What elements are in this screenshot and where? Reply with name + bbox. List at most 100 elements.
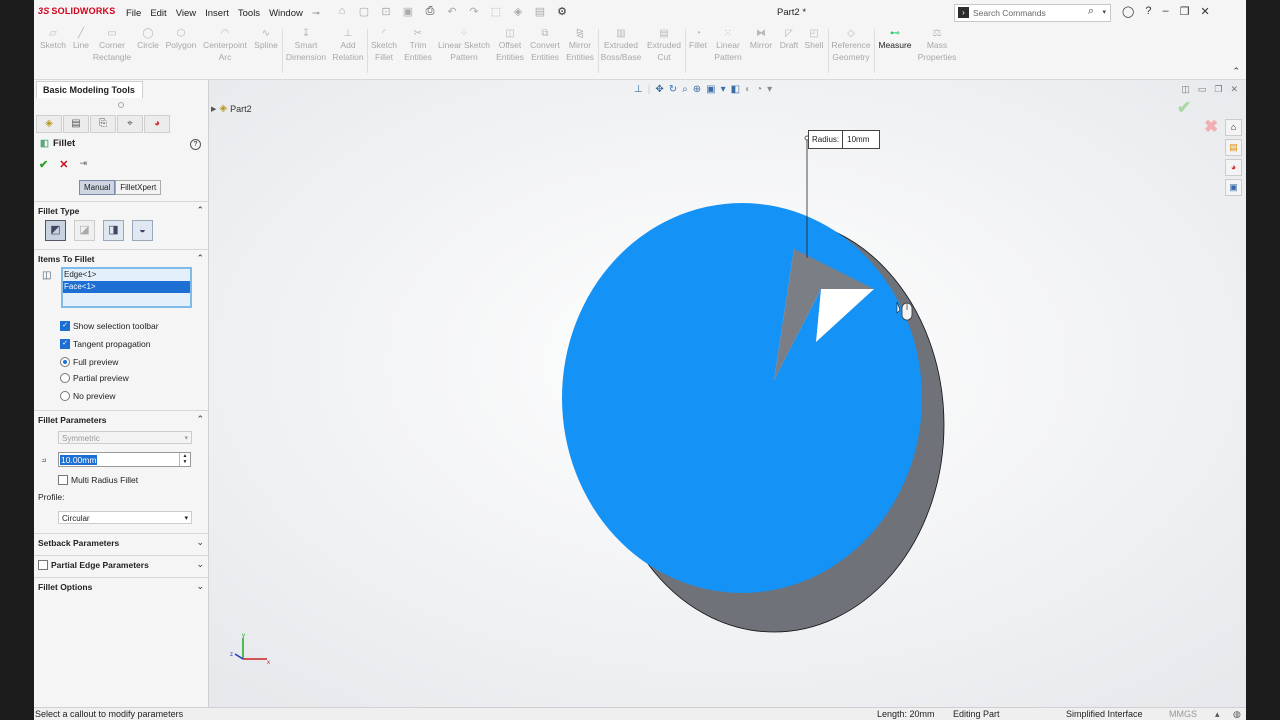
polygon-button[interactable]: ⬡ Polygon xyxy=(164,28,198,51)
pushpin-icon[interactable]: ⇥ xyxy=(79,158,87,171)
radio-selected[interactable] xyxy=(60,357,70,367)
line-button[interactable]: ╱ Line xyxy=(70,28,92,51)
fillet-button[interactable]: ◔ Fillet xyxy=(686,28,710,51)
manual-tab[interactable]: Manual xyxy=(79,180,116,195)
selection-list[interactable]: Edge<1> Face<1> xyxy=(61,267,192,308)
corner-rectangle-button[interactable]: ▭ Corner Rectangle xyxy=(92,28,132,63)
display-manager-tab-icon[interactable]: ◕ xyxy=(144,115,170,133)
scene-icon[interactable]: ▾ xyxy=(767,84,772,95)
close-icon[interactable]: ✕ xyxy=(1200,5,1209,18)
pan-icon[interactable]: ✥ xyxy=(655,84,663,95)
mirror-entities-button[interactable]: ⧎ Mirror Entities xyxy=(564,28,596,63)
setback-parameters-section[interactable]: Setback Parameters ⌄ xyxy=(34,533,208,556)
search-input[interactable]: Search Commands xyxy=(973,8,1046,18)
measure-button[interactable]: ⊷ Measure xyxy=(876,28,914,51)
partial-edge-parameters-section[interactable]: Partial Edge Parameters ⌄ xyxy=(34,555,208,578)
chevron-down-icon[interactable]: ⌄ xyxy=(196,581,204,592)
status-interface[interactable]: Simplified Interface xyxy=(1066,709,1143,719)
reference-geometry-button[interactable]: ◇ Reference Geometry xyxy=(830,28,872,63)
help-circle-icon[interactable]: ◍ xyxy=(1233,709,1241,720)
panel-grip[interactable] xyxy=(118,102,124,108)
chevron-down-icon[interactable]: ▾ xyxy=(1102,8,1106,16)
cancel-x-icon[interactable]: ✕ xyxy=(59,158,68,171)
checkbox[interactable] xyxy=(38,560,48,570)
spinner-arrows-icon[interactable]: ▲ ▼ xyxy=(179,453,190,466)
convert-entities-button[interactable]: ⧉ Convert Entities xyxy=(528,28,562,63)
collapse-ribbon-icon[interactable]: ⌃ xyxy=(1232,66,1240,77)
view-settings-icon[interactable]: ▾ xyxy=(721,84,726,95)
checkbox-checked[interactable]: ✓ xyxy=(60,339,70,349)
rebuild-icon[interactable]: ◈ xyxy=(510,5,526,18)
full-round-fillet-icon[interactable]: ◒ xyxy=(132,220,153,241)
expand-arrow-icon[interactable]: ▶ xyxy=(211,105,216,113)
menu-view[interactable]: View xyxy=(176,8,196,19)
dimxpert-tab-icon[interactable]: ⌖ xyxy=(117,115,143,133)
trim-entities-button[interactable]: ✂ Trim Entities xyxy=(402,28,434,63)
circle-button[interactable]: ◯ Circle xyxy=(134,28,162,51)
confirm-check-icon[interactable]: ✔ xyxy=(1177,98,1191,118)
viewport-restore-icon[interactable]: ❐ xyxy=(1214,84,1222,95)
offset-entities-button[interactable]: ◫ Offset Entities xyxy=(494,28,526,63)
options-gear-icon[interactable]: ⚙ xyxy=(554,5,570,18)
chevron-up-icon[interactable]: ⌃ xyxy=(196,205,204,216)
featuremanager-tab-icon[interactable]: ◈ xyxy=(36,115,62,133)
smart-dimension-button[interactable]: ↧ Smart Dimension xyxy=(284,28,328,63)
mass-properties-button[interactable]: ⚖ Mass Properties xyxy=(916,28,958,63)
pin-menu-icon[interactable]: ⊸ xyxy=(312,8,320,19)
linear-pattern-button[interactable]: ⁙ Linear Pattern xyxy=(712,28,744,63)
list-item[interactable]: Edge<1> xyxy=(63,269,190,281)
callout-value[interactable]: 10mm xyxy=(843,131,879,148)
undo-icon[interactable]: ↶ xyxy=(444,5,460,18)
filletxpert-tab[interactable]: FilletXpert xyxy=(115,180,162,195)
solidworks-logo[interactable]: 3S SOLIDWORKS xyxy=(38,6,115,16)
menu-edit[interactable]: Edit xyxy=(150,8,166,19)
profile-select[interactable]: Circular ▾ xyxy=(58,511,192,524)
propertymanager-tab-icon[interactable]: ▤ xyxy=(63,115,89,133)
centerpoint-arc-button[interactable]: ◠ Centerpoint Arc xyxy=(200,28,250,63)
design-library-icon[interactable]: ▤ xyxy=(1225,139,1242,156)
radio[interactable] xyxy=(60,391,70,401)
mirror-button[interactable]: ⧓ Mirror xyxy=(746,28,776,51)
add-relation-button[interactable]: ⊥ Add Relation xyxy=(330,28,366,63)
file-properties-icon[interactable]: ▤ xyxy=(532,5,548,18)
display-style-icon[interactable]: ◧ xyxy=(731,84,740,95)
spline-button[interactable]: ∿ Spline xyxy=(252,28,280,51)
save-icon[interactable]: ▣ xyxy=(400,5,416,18)
minimize-icon[interactable]: – xyxy=(1162,5,1168,18)
section-header[interactable]: Items To Fillet xyxy=(38,254,95,264)
zoom-area-icon[interactable]: ⊕ xyxy=(693,84,701,95)
full-preview-radio[interactable]: Full preview xyxy=(60,357,118,367)
hide-show-icon[interactable]: ◐ xyxy=(745,84,751,95)
menu-window[interactable]: Window xyxy=(269,8,303,19)
linear-sketch-pattern-button[interactable]: ⁘ Linear Sketch Pattern xyxy=(436,28,492,63)
no-preview-radio[interactable]: No preview xyxy=(60,391,116,401)
zoom-to-fit-icon[interactable]: ⌕ xyxy=(682,84,688,95)
new-document-icon[interactable]: ▢ xyxy=(356,5,372,18)
help-icon[interactable]: ? xyxy=(190,139,201,150)
home-icon[interactable]: ⌂ xyxy=(334,5,350,18)
open-icon[interactable]: ⊡ xyxy=(378,5,394,18)
partial-preview-radio[interactable]: Partial preview xyxy=(60,373,129,383)
graphics-area[interactable]: Radius: 10mm ▶ ◈ Part2 ⊥ | ✥ ↻ ⌕ ⊕ ▣ ▾ ◧… xyxy=(209,80,1246,707)
ok-check-icon[interactable]: ✔ xyxy=(39,158,48,171)
section-view-icon[interactable]: ▣ xyxy=(706,84,715,95)
restore-icon[interactable]: ❐ xyxy=(1180,5,1190,18)
checkbox-checked[interactable]: ✓ xyxy=(60,321,70,331)
fillet-options-section[interactable]: Fillet Options ⌄ xyxy=(34,577,208,600)
viewport-minimize-icon[interactable]: ▭ xyxy=(1198,84,1207,95)
show-selection-toolbar-checkbox[interactable]: ✓ Show selection toolbar xyxy=(60,321,159,331)
status-units[interactable]: MMGS xyxy=(1169,709,1197,719)
chevron-down-icon[interactable]: ⌄ xyxy=(196,559,204,570)
forum-icon[interactable]: ▣ xyxy=(1225,179,1242,196)
list-item[interactable]: Face<1> xyxy=(63,281,190,293)
face-fillet-icon[interactable]: ◨ xyxy=(103,220,124,241)
appearance-icon[interactable]: ◔ xyxy=(756,84,762,95)
menu-insert[interactable]: Insert xyxy=(205,8,229,19)
chevron-down-icon[interactable]: ⌄ xyxy=(196,537,204,548)
search-icon[interactable]: ⌕ xyxy=(1088,5,1094,18)
section-header[interactable]: Fillet Parameters xyxy=(38,415,107,425)
select-icon[interactable]: ⬚ xyxy=(488,5,504,18)
shell-button[interactable]: ◰ Shell xyxy=(802,28,826,51)
extruded-cut-button[interactable]: ▤ Extruded Cut xyxy=(644,28,684,63)
radius-callout[interactable]: Radius: 10mm xyxy=(808,130,881,149)
